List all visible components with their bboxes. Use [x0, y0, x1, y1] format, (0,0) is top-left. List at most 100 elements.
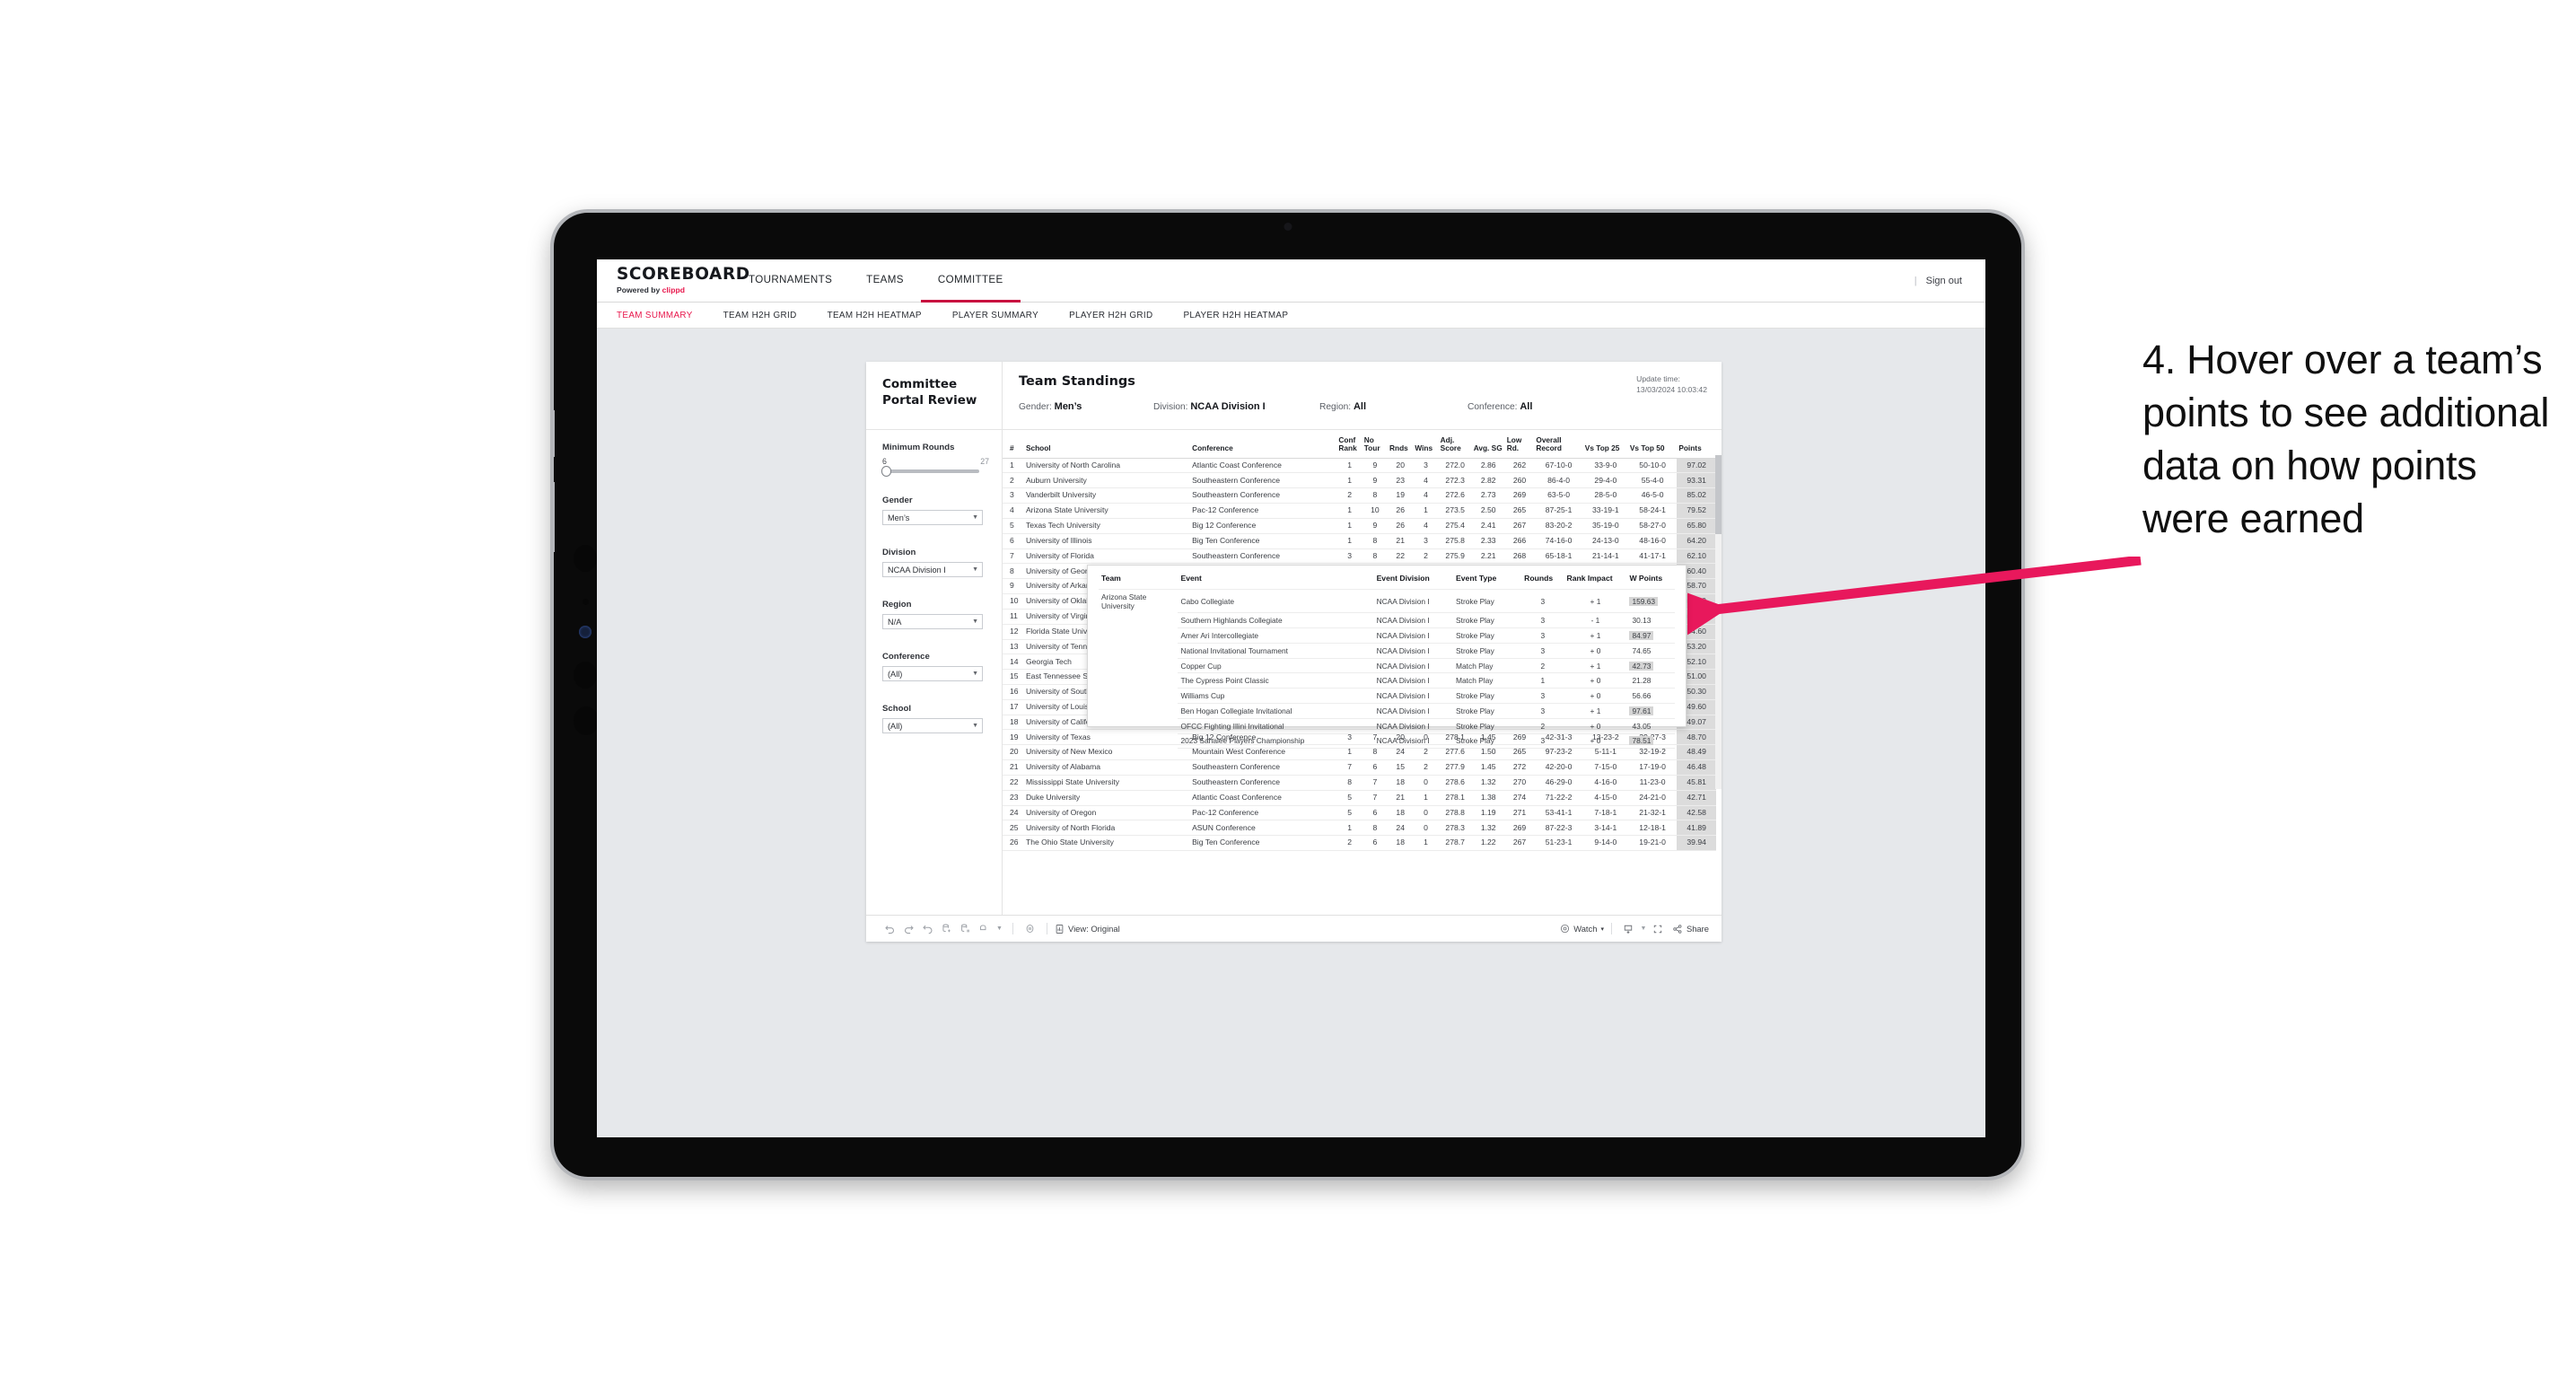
table-scrollbar-thumb[interactable] — [1715, 455, 1722, 534]
redo-icon[interactable] — [899, 921, 918, 937]
undo-icon[interactable] — [881, 921, 899, 937]
rear-camera-secondary-icon — [574, 662, 597, 689]
tab-player-h2h-grid[interactable]: PLAYER H2H GRID — [1054, 311, 1168, 320]
device-layout-icon[interactable] — [975, 921, 994, 937]
col-overall-record[interactable]: Overall Record — [1534, 430, 1583, 459]
tooltip-cell-division: NCAA Division I — [1373, 672, 1454, 689]
tab-player-summary[interactable]: PLAYER SUMMARY — [937, 311, 1054, 320]
cell-points[interactable]: 45.81 — [1677, 775, 1716, 791]
school-select-value: (All) — [888, 721, 903, 731]
view-original-button[interactable]: View: Original — [1055, 924, 1120, 934]
cell-vs-top-50: 17-19-0 — [1627, 759, 1678, 776]
cell-no-tour: 8 — [1362, 533, 1389, 549]
table-row[interactable]: 6 University of Illinois Big Ten Conferenc… — [1003, 533, 1716, 549]
col-rank[interactable]: # — [1003, 430, 1024, 459]
download-caret-icon[interactable]: ▼ — [1638, 921, 1649, 937]
nav-item-committee[interactable]: COMMITTEE — [920, 259, 1021, 303]
table-row[interactable]: 26 The Ohio State University Big Ten Confe… — [1003, 835, 1716, 852]
table-row[interactable]: 7 University of Florida Southeastern Confe… — [1003, 548, 1716, 565]
watch-label: Watch — [1573, 924, 1598, 934]
table-row[interactable]: 24 University of Oregon Pac-12 Conference 5… — [1003, 805, 1716, 821]
cell-points[interactable]: 48.70 — [1677, 729, 1716, 746]
cell-conference: Southeastern Conference — [1190, 775, 1337, 791]
tooltip-cell-w-points: 74.65 — [1626, 643, 1675, 659]
school-select[interactable]: (All) ▼ — [882, 718, 983, 733]
col-avg-sg[interactable]: Avg. SG — [1471, 430, 1505, 459]
col-conference[interactable]: Conference — [1190, 430, 1337, 459]
col-school[interactable]: School — [1023, 430, 1191, 459]
refresh-data-icon[interactable] — [937, 921, 956, 937]
col-rnds[interactable]: Rnds — [1388, 430, 1414, 459]
share-label: Share — [1686, 924, 1709, 934]
standings-table-container[interactable]: # School Conference Conf Rank No Tour Rn… — [1003, 430, 1722, 915]
tab-team-h2h-grid[interactable]: TEAM H2H GRID — [708, 311, 812, 320]
cell-points[interactable]: 48.49 — [1677, 744, 1716, 761]
table-row[interactable]: 1 University of North Carolina Atlantic Co… — [1003, 458, 1716, 474]
gender-select[interactable]: Men’s ▼ — [882, 510, 983, 525]
cell-points[interactable]: 97.02 — [1677, 458, 1716, 474]
cell-vs-top-50: 41-17-1 — [1627, 548, 1678, 565]
cell-points[interactable]: 64.20 — [1677, 533, 1716, 549]
col-points[interactable]: Points — [1677, 430, 1716, 459]
table-row[interactable]: 22 Mississippi State University Southeaste… — [1003, 775, 1716, 791]
tooltip-cell-team: Arizona State University — [1099, 588, 1178, 613]
table-row[interactable]: 3 Vanderbilt University Southeastern Confe… — [1003, 487, 1716, 504]
tab-player-h2h-heatmap[interactable]: PLAYER H2H HEATMAP — [1168, 311, 1303, 320]
sign-out-link[interactable]: Sign out — [1926, 276, 1962, 286]
tab-team-summary[interactable]: TEAM SUMMARY — [617, 311, 708, 320]
revert-icon[interactable] — [918, 921, 937, 937]
cell-rnds: 19 — [1388, 487, 1414, 504]
slider-handle[interactable] — [881, 466, 891, 477]
fullscreen-icon[interactable] — [1649, 921, 1668, 937]
col-adj-score[interactable]: Adj. Score — [1438, 430, 1472, 459]
col-conf-rank[interactable]: Conf Rank — [1336, 430, 1362, 459]
cell-low-rd: 267 — [1504, 518, 1535, 534]
col-no-tour[interactable]: No Tour — [1362, 430, 1389, 459]
table-row[interactable]: 23 Duke University Atlantic Coast Conferen… — [1003, 790, 1716, 806]
cell-adj-score: 272.0 — [1438, 458, 1472, 474]
chevron-down-icon: ▼ — [972, 566, 978, 573]
conference-select[interactable]: (All) ▼ — [882, 666, 983, 681]
volume-up-button[interactable] — [554, 410, 555, 457]
nav-item-tournaments[interactable]: TOURNAMENTS — [732, 259, 849, 303]
device-layout-caret-icon[interactable]: ▼ — [994, 921, 1005, 937]
cell-rnds: 20 — [1388, 458, 1414, 474]
volume-down-button[interactable] — [554, 482, 555, 552]
table-row[interactable]: 4 Arizona State University Pac-12 Conferen… — [1003, 503, 1716, 519]
tab-team-h2h-heatmap[interactable]: TEAM H2H HEATMAP — [812, 311, 937, 320]
col-wins[interactable]: Wins — [1413, 430, 1439, 459]
tooltip-row: OFCC Fighting Illini Invitational NCAA Di… — [1099, 718, 1675, 734]
cell-points[interactable]: 42.71 — [1677, 790, 1716, 806]
cell-points[interactable]: 65.80 — [1677, 518, 1716, 534]
table-row[interactable]: 25 University of North Florida ASUN Confer… — [1003, 820, 1716, 837]
cell-conference: Pac-12 Conference — [1190, 503, 1337, 519]
cell-points[interactable]: 42.58 — [1677, 805, 1716, 821]
cell-points[interactable]: 85.02 — [1677, 487, 1716, 504]
cell-points[interactable]: 46.48 — [1677, 759, 1716, 776]
cell-points[interactable]: 79.52 — [1677, 503, 1716, 519]
col-vs-top-25[interactable]: Vs Top 25 — [1582, 430, 1628, 459]
cell-school: Duke University — [1023, 790, 1191, 806]
filter-summary-region: Region: All — [1319, 401, 1468, 412]
region-select[interactable]: N/A ▼ — [882, 614, 983, 629]
filter-summary-division-value: NCAA Division I — [1190, 401, 1266, 412]
cell-vs-top-50: 19-21-0 — [1627, 835, 1678, 852]
table-row[interactable]: 2 Auburn University Southeastern Conferenc… — [1003, 472, 1716, 489]
download-icon[interactable] — [1619, 921, 1638, 937]
division-select[interactable]: NCAA Division I ▼ — [882, 562, 983, 577]
pause-auto-update-icon[interactable] — [956, 921, 975, 937]
nav-item-teams[interactable]: TEAMS — [849, 259, 921, 303]
cell-points[interactable]: 41.89 — [1677, 820, 1716, 837]
filter-minimum-rounds: Minimum Rounds 6 27 — [881, 443, 989, 477]
cell-points[interactable]: 39.94 — [1677, 835, 1716, 852]
cell-points[interactable]: 93.31 — [1677, 472, 1716, 489]
minimum-rounds-slider[interactable] — [881, 466, 979, 477]
col-low-rd[interactable]: Low Rd. — [1504, 430, 1535, 459]
pause-clock-icon[interactable] — [1021, 921, 1039, 937]
col-vs-top-50[interactable]: Vs Top 50 — [1627, 430, 1678, 459]
table-row[interactable]: 21 University of Alabama Southeastern Conf… — [1003, 759, 1716, 776]
watch-button[interactable]: Watch ▾ — [1560, 924, 1604, 934]
share-button[interactable]: Share — [1672, 924, 1709, 934]
table-row[interactable]: 5 Texas Tech University Big 12 Conference 1… — [1003, 518, 1716, 534]
brand-logo[interactable]: SCOREBOARD Powered by clippd — [597, 259, 749, 302]
